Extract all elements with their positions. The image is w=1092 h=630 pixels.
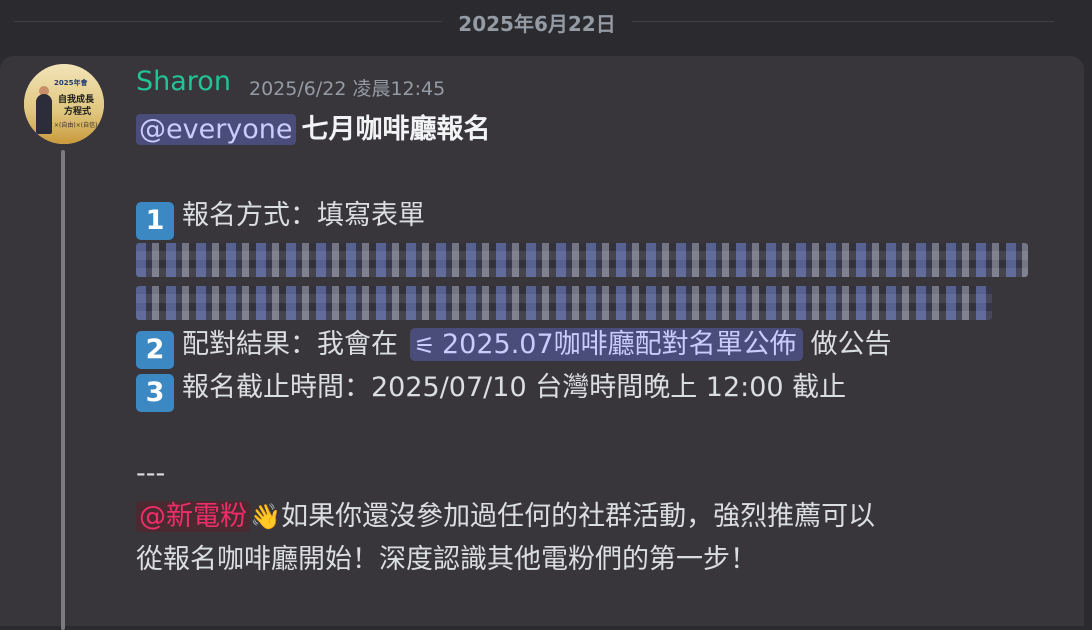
avatar-text-line1: 2025年會 (54, 79, 88, 87)
redacted-link-pixels (136, 286, 992, 320)
channel-mention[interactable]: ⚟ 2025.07咖啡廳配對名單公佈 (410, 328, 803, 361)
channel-mention-label: 2025.07咖啡廳配對名單公佈 (442, 329, 797, 360)
message-title: 七月咖啡廳報名 (301, 114, 491, 145)
keycap-2-emoji: 2 (136, 331, 174, 369)
redacted-link-pixels (136, 243, 1028, 277)
body-line-2: 從報名咖啡廳開始！深度認識其他電粉們的第一步！ (136, 538, 892, 581)
item-3-row: 3 報名截止時間：2025/07/10 台灣時間晚上 12:00 截止 (136, 366, 892, 412)
announcement-channel-icon: ⚟ (414, 332, 436, 360)
avatar[interactable]: 2025年會 自我成長 方程式 ×(自由)×(自信) (24, 64, 104, 144)
blurred-link-line2[interactable] (136, 280, 992, 323)
divider-line-right (632, 21, 1054, 22)
separator-text: --- (136, 458, 166, 489)
waving-hand-emoji: 👋 (250, 502, 282, 531)
message-title-row: @everyone 七月咖啡廳報名 (136, 108, 892, 151)
date-divider-label: 2025年6月22日 (458, 12, 616, 36)
message-timestamp[interactable]: 2025/6/22 凌晨12:45 (249, 74, 445, 101)
keycap-3-emoji: 3 (136, 374, 174, 412)
avatar-text-line4: ×(自由)×(自信) (54, 122, 98, 129)
body-text-line2: 從報名咖啡廳開始！深度認識其他電粉們的第一步！ (136, 544, 757, 575)
item-2-row: 2 配對結果：我會在 ⚟ 2025.07咖啡廳配對名單公佈 做公告 (136, 323, 892, 369)
message-content: @everyone 七月咖啡廳報名 1 報名方式：填寫表單 2 配對結果：我會在 ⚟ 20… (136, 108, 1028, 581)
role-mention[interactable]: @新電粉 (136, 501, 250, 532)
author-username[interactable]: Sharon (136, 66, 231, 97)
item-1-row: 1 報名方式：填寫表單 (136, 194, 892, 240)
item-2-text: 配對結果：我會在 (182, 329, 398, 360)
item-3-text: 報名截止時間：2025/07/10 台灣時間晚上 12:00 截止 (182, 372, 847, 403)
blurred-link-line1[interactable] (136, 237, 1028, 280)
divider-line-left (14, 21, 442, 22)
separator-row: --- (136, 452, 892, 495)
body-line-1: @新電粉 👋如果你還沒參加過任何的社群活動，強烈推薦可以 (136, 495, 892, 538)
everyone-mention[interactable]: @everyone (136, 114, 296, 145)
thread-line (61, 150, 65, 630)
body-text-line1: 如果你還沒參加過任何的社群活動，強烈推薦可以 (281, 501, 876, 532)
item-2-text-after: 做公告 (810, 329, 892, 360)
avatar-person (36, 94, 52, 134)
date-divider: 2025年6月22日 (0, 0, 1092, 44)
avatar-text-line3: 方程式 (64, 107, 92, 117)
keycap-1-emoji: 1 (136, 202, 174, 240)
item-1-text: 報名方式：填寫表單 (182, 200, 425, 231)
